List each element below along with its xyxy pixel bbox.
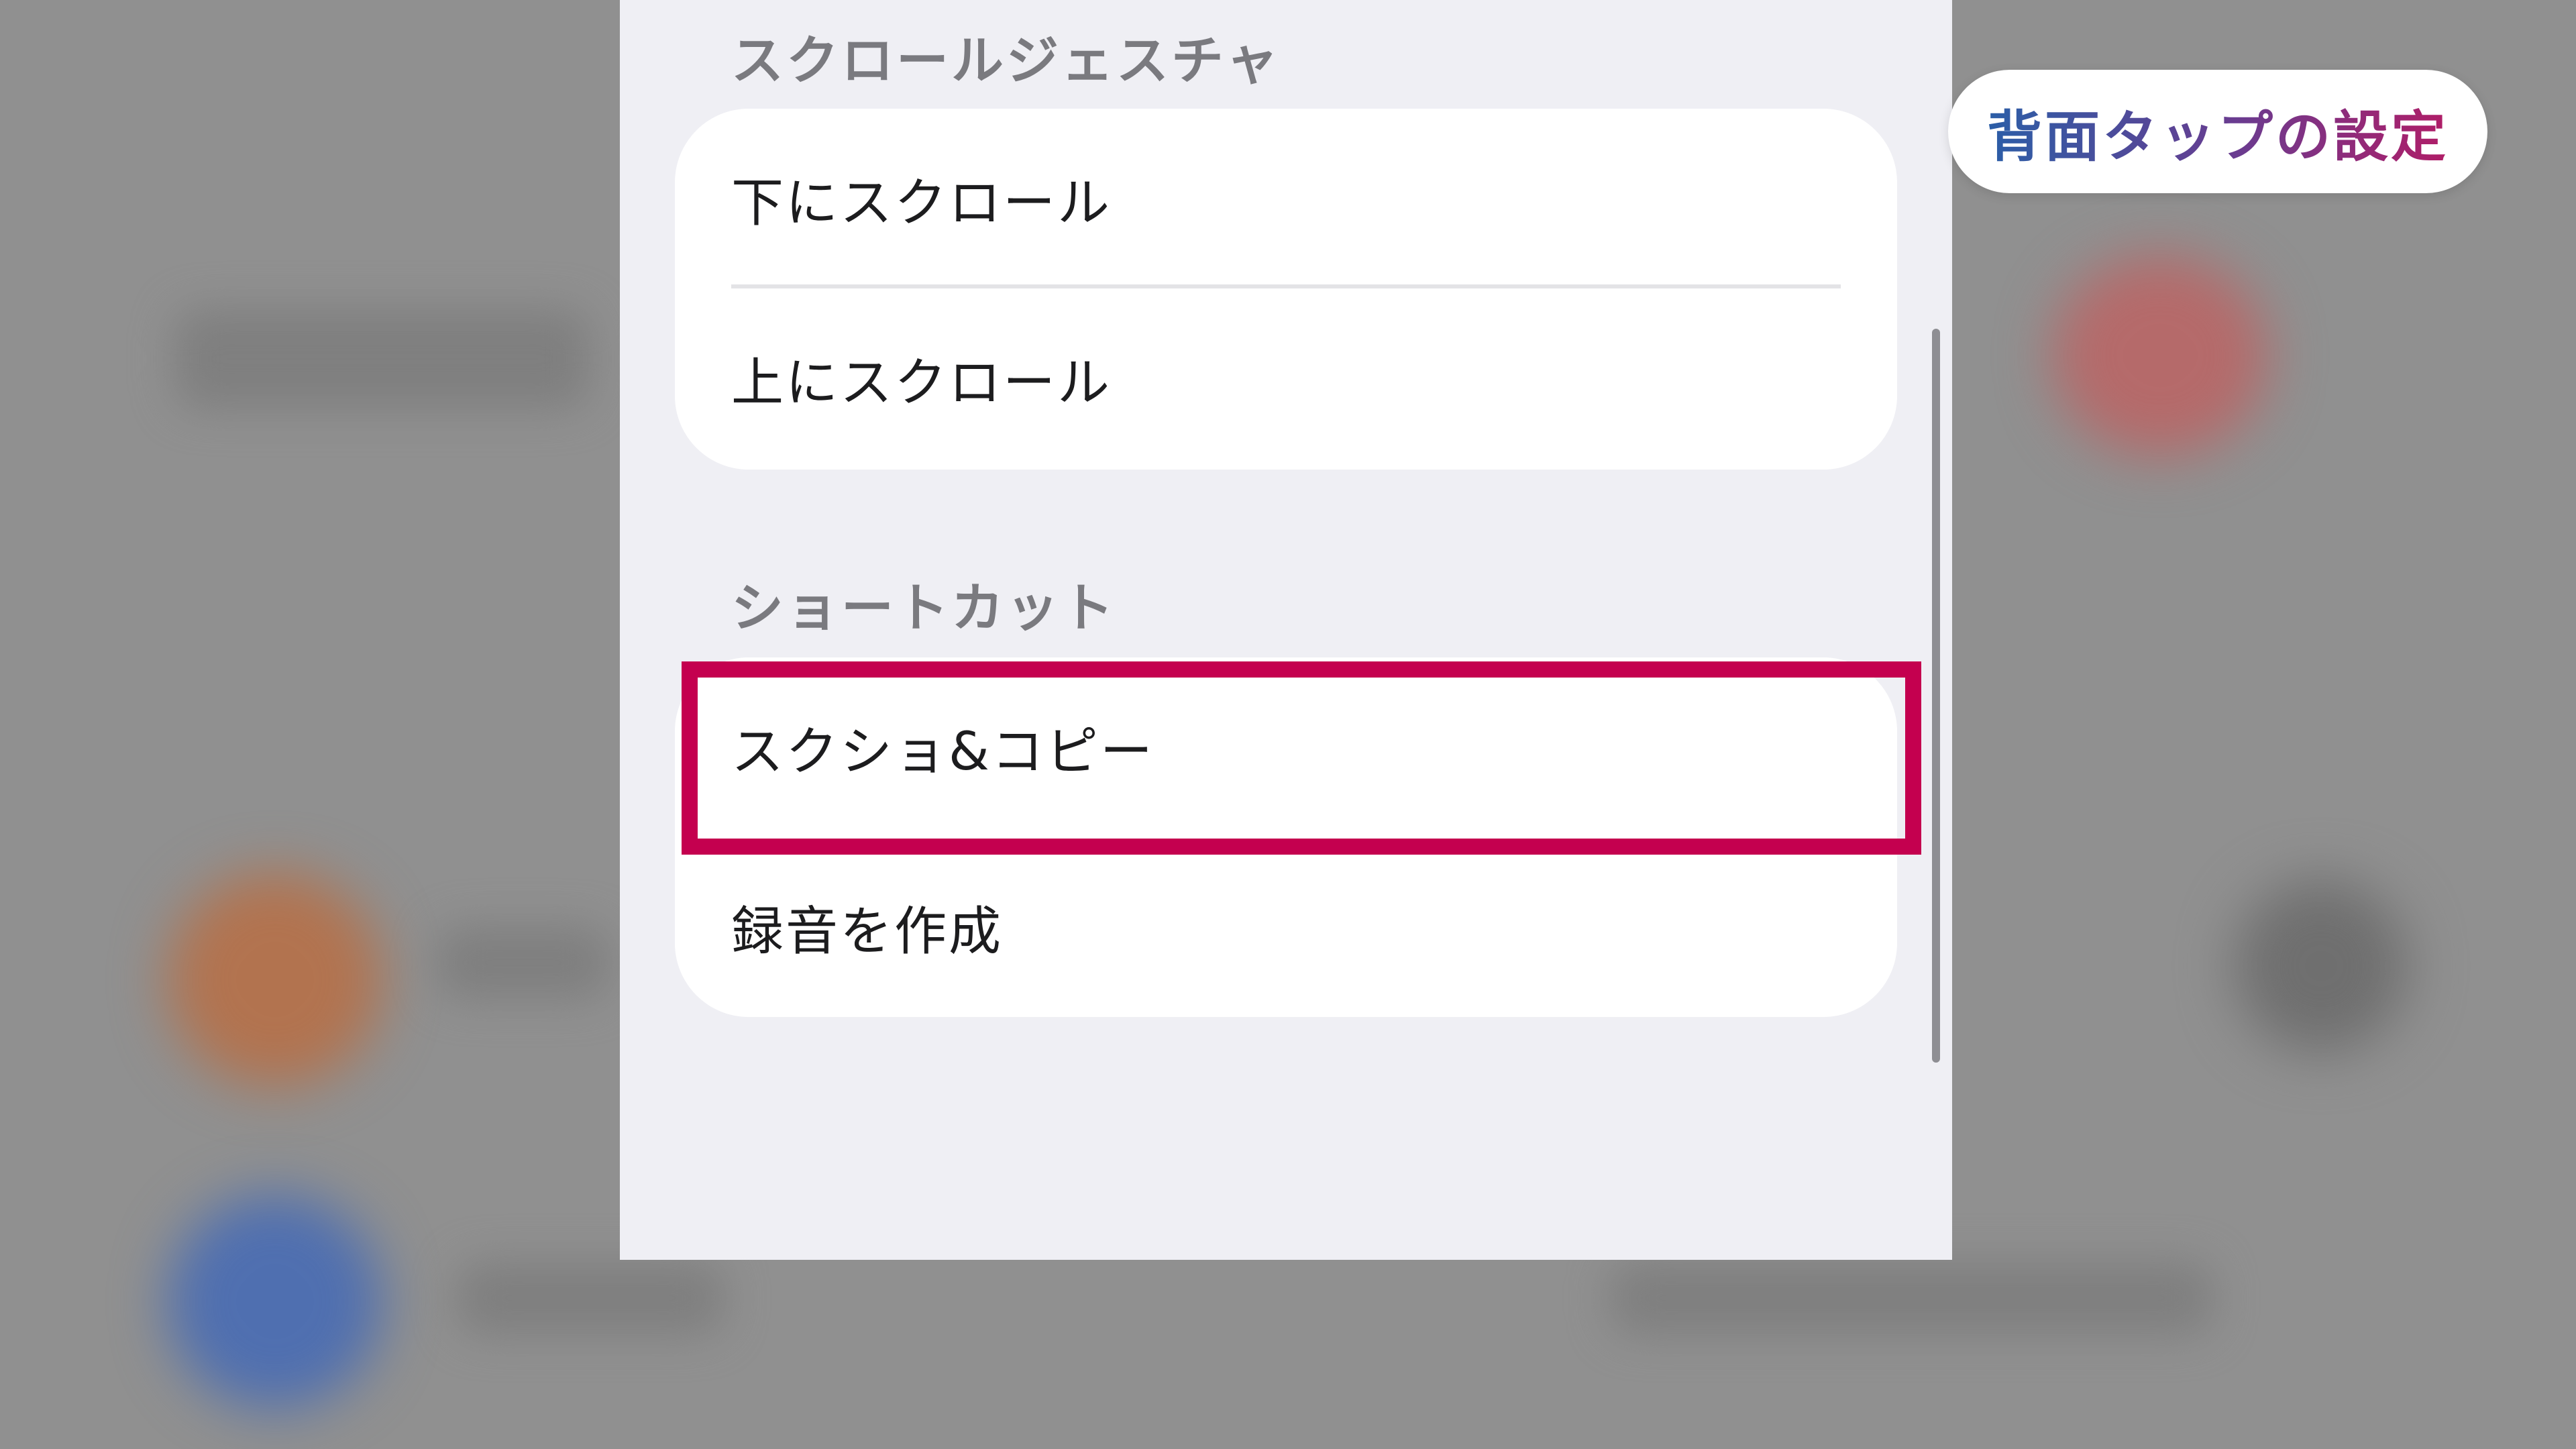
shortcut-group: スクショ&コピー 録音を作成 bbox=[675, 657, 1897, 1017]
blurred-blue-icon bbox=[168, 1194, 382, 1409]
settings-sheet: スクロールジェスチャ 下にスクロール 上にスクロール ショートカット スクショ&… bbox=[620, 0, 1952, 1260]
blurred-red-icon bbox=[2053, 255, 2267, 456]
option-scroll-down[interactable]: 下にスクロール bbox=[675, 109, 1897, 288]
blurred-bar bbox=[436, 926, 610, 1000]
option-create-recording[interactable]: 録音を作成 bbox=[675, 837, 1897, 1017]
blurred-orange-icon bbox=[168, 872, 382, 1087]
title-badge: 背面タップの設定 bbox=[1948, 70, 2487, 193]
option-label: 下にスクロール bbox=[731, 173, 1112, 233]
scrollbar[interactable] bbox=[1932, 329, 1940, 1063]
option-label: 録音を作成 bbox=[731, 902, 1004, 962]
title-badge-text: 背面タップの設定 bbox=[1987, 92, 2449, 172]
blurred-bar bbox=[1610, 1261, 2214, 1335]
option-scroll-up[interactable]: 上にスクロール bbox=[675, 288, 1897, 468]
section-header-shortcut: ショートカット bbox=[731, 578, 1117, 639]
blurred-bar bbox=[456, 1261, 724, 1335]
option-label: スクショ&コピー bbox=[731, 722, 1155, 782]
option-screenshot-copy[interactable]: スクショ&コピー bbox=[675, 657, 1897, 837]
blurred-gray-icon bbox=[2234, 879, 2408, 1053]
scroll-gesture-group: 下にスクロール 上にスクロール bbox=[675, 109, 1897, 470]
option-label: 上にスクロール bbox=[731, 353, 1112, 413]
section-header-scroll-gesture: スクロールジェスチャ bbox=[731, 31, 1281, 91]
blurred-bar bbox=[174, 309, 590, 409]
